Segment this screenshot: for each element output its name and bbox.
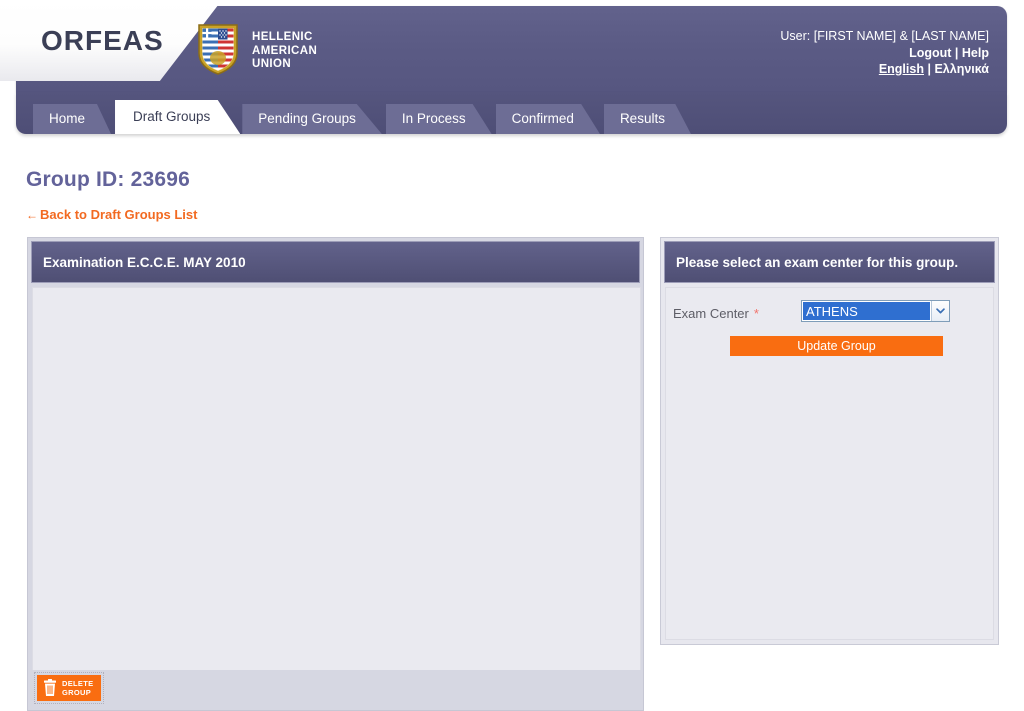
delete-group-label: DELETE GROUP xyxy=(62,679,93,697)
user-session-block: User: [FIRST NAME] & [LAST NAME] Logout … xyxy=(780,28,989,78)
tab-pending-groups[interactable]: Pending Groups xyxy=(242,104,382,134)
exam-center-panel: Please select an exam center for this gr… xyxy=(660,237,999,645)
org-line-2: AMERICAN xyxy=(252,44,318,57)
update-group-button[interactable]: Update Group xyxy=(730,336,943,356)
tab-draft-groups[interactable]: Draft Groups xyxy=(115,100,241,134)
org-line-3: UNION xyxy=(252,58,292,70)
help-link[interactable]: Help xyxy=(962,46,989,60)
tab-confirmed-label: Confirmed xyxy=(511,111,574,126)
exam-center-panel-body: Exam Center * ATHENS Update Group xyxy=(665,287,994,640)
exam-center-panel-header: Please select an exam center for this gr… xyxy=(664,241,995,283)
tab-in-process-label: In Process xyxy=(401,111,466,126)
tab-results-label: Results xyxy=(619,111,665,126)
trash-icon xyxy=(42,679,58,697)
tab-confirmed[interactable]: Confirmed xyxy=(495,104,600,134)
org-line-1: HELLENIC xyxy=(252,31,313,43)
tab-pending-groups-label: Pending Groups xyxy=(258,111,356,126)
main-navigation-bar: Home Draft Groups Pending Groups In Proc… xyxy=(16,92,1007,134)
required-marker-icon: * xyxy=(753,305,759,321)
delete-line-2: GROUP xyxy=(62,688,92,697)
brand-name: ORFEAS xyxy=(41,25,164,56)
language-english-link[interactable]: English xyxy=(879,62,924,76)
back-to-draft-groups-list-link[interactable]: ← Back to Draft Groups List xyxy=(26,207,197,222)
exam-center-selected-value: ATHENS xyxy=(803,302,930,320)
back-link-label: Back to Draft Groups List xyxy=(40,207,198,222)
back-arrow-icon: ← xyxy=(26,208,38,222)
examination-panel-body xyxy=(32,287,641,673)
tab-in-process[interactable]: In Process xyxy=(385,104,492,134)
tab-home[interactable]: Home xyxy=(33,104,112,134)
examination-panel: Examination E.C.C.E. MAY 2010 DELETE GRO xyxy=(27,237,644,711)
examination-panel-header: Examination E.C.C.E. MAY 2010 xyxy=(31,241,640,283)
chevron-down-icon[interactable] xyxy=(931,301,949,321)
user-label: User: [FIRST NAME] & [LAST NAME] xyxy=(780,29,989,43)
tab-results[interactable]: Results xyxy=(603,104,691,134)
examination-panel-footer: DELETE GROUP xyxy=(32,670,641,706)
tab-draft-groups-label: Draft Groups xyxy=(133,109,211,124)
hellenic-american-union-shield-icon xyxy=(195,21,241,77)
tab-home-label: Home xyxy=(49,111,86,126)
link-separator-1: | xyxy=(954,45,959,60)
page-title: Group ID: 23696 xyxy=(26,168,191,191)
language-greek-link[interactable]: Ελληνικά xyxy=(934,62,989,76)
exam-center-select[interactable]: ATHENS xyxy=(801,300,950,322)
exam-center-form-row: Exam Center * ATHENS xyxy=(673,300,986,326)
organization-name: HELLENIC AMERICAN UNION xyxy=(252,31,317,72)
delete-line-1: DELETE xyxy=(62,679,94,688)
link-separator-2: | xyxy=(927,62,931,76)
delete-group-button[interactable]: DELETE GROUP xyxy=(33,672,105,704)
site-header: ORFEAS HELLENIC AMERICAN UNION User: [FI… xyxy=(0,0,1007,92)
exam-center-label: Exam Center xyxy=(673,305,749,321)
logout-link[interactable]: Logout xyxy=(909,46,951,60)
nav-tabs: Home Draft Groups Pending Groups In Proc… xyxy=(33,100,695,134)
